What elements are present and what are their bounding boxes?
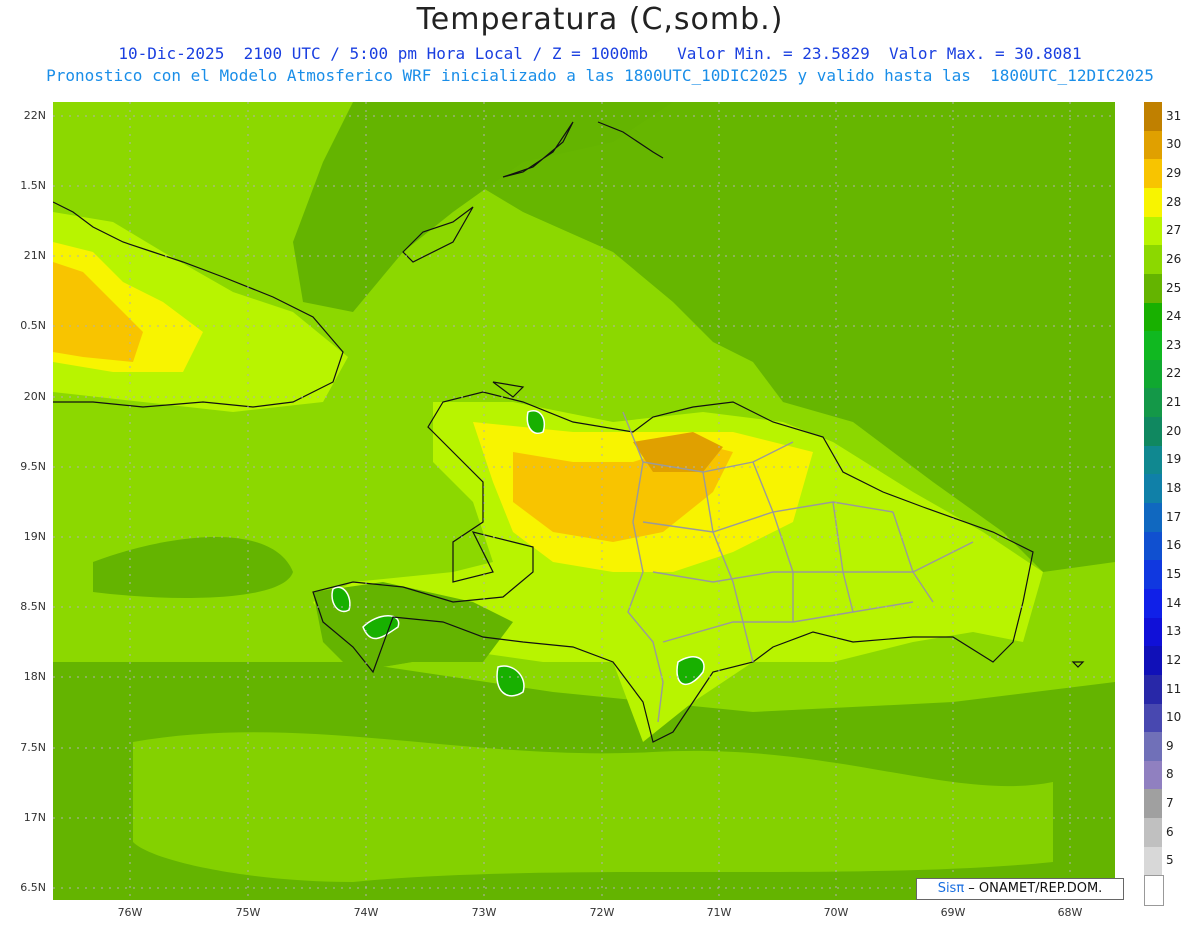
colorbar-segment xyxy=(1144,760,1162,790)
colorbar-segment xyxy=(1144,875,1164,907)
colorbar-label: 5 xyxy=(1166,853,1174,868)
colorbar-segment xyxy=(1144,331,1162,361)
colorbar-label: 26 xyxy=(1166,251,1182,266)
lat-label: 8.5N xyxy=(20,600,46,613)
lon-label: 68W xyxy=(1057,906,1083,919)
lat-label: 19N xyxy=(23,530,46,543)
credit-text: – ONAMET/REP.DOM. xyxy=(964,881,1103,896)
colorbar-label: 25 xyxy=(1166,280,1182,295)
colorbar-segment xyxy=(1144,703,1162,733)
colorbar-segment xyxy=(1144,674,1162,704)
forecast-time-line: 10-Dic-2025 2100 UTC / 5:00 pm Hora Loca… xyxy=(118,44,1082,63)
colorbar-segment xyxy=(1144,588,1162,619)
colorbar xyxy=(1144,102,1164,907)
colorbar-label: 6 xyxy=(1166,824,1174,839)
colorbar-label: 10 xyxy=(1166,710,1182,725)
colorbar-label: 23 xyxy=(1166,337,1182,352)
colorbar-segment xyxy=(1144,388,1162,418)
colorbar-label: 24 xyxy=(1166,309,1182,324)
lat-label: 9.5N xyxy=(20,460,46,473)
lat-label: 17N xyxy=(23,811,46,824)
lat-label: 1.5N xyxy=(20,179,46,192)
colorbar-label: 18 xyxy=(1166,481,1182,495)
lat-label: 22N xyxy=(23,109,46,122)
colorbar-segment xyxy=(1144,503,1162,533)
colorbar-segment xyxy=(1144,474,1162,504)
lon-label: 75W xyxy=(235,906,261,919)
colorbar-segment xyxy=(1144,187,1162,218)
colorbar-segment xyxy=(1144,531,1162,561)
colorbar-label: 31 xyxy=(1166,108,1182,123)
lon-label: 70W xyxy=(823,906,849,919)
map-title: Temperatura (C,somb.) xyxy=(416,2,784,37)
colorbar-label: 17 xyxy=(1166,509,1182,524)
colorbar-segment xyxy=(1144,560,1162,590)
credit-box: Sisπ – ONAMET/REP.DOM. xyxy=(916,878,1124,900)
colorbar-label: 9 xyxy=(1166,738,1174,753)
lat-label: 6.5N xyxy=(20,881,46,894)
colorbar-label: 15 xyxy=(1166,566,1182,581)
lat-label: 18N xyxy=(23,670,46,683)
colorbar-label: 13 xyxy=(1166,624,1182,639)
lat-label: 20N xyxy=(23,390,46,403)
colorbar-segment xyxy=(1144,417,1162,447)
lat-label: 7.5N xyxy=(20,741,46,754)
colorbar-segment xyxy=(1144,846,1162,876)
colorbar-label: 7 xyxy=(1166,796,1174,811)
colorbar-segment xyxy=(1144,245,1162,275)
colorbar-label: 29 xyxy=(1166,165,1182,180)
lon-label: 74W xyxy=(353,906,379,919)
colorbar-segment xyxy=(1144,130,1162,160)
model-info-line: Pronostico con el Modelo Atmosferico WRF… xyxy=(46,66,1154,85)
colorbar-segment xyxy=(1144,302,1162,332)
colorbar-segment xyxy=(1144,359,1162,389)
colorbar-label: 27 xyxy=(1166,223,1182,238)
colorbar-segment xyxy=(1144,159,1162,189)
temperature-map xyxy=(53,102,1115,900)
lon-label: 76W xyxy=(117,906,143,919)
colorbar-label: 19 xyxy=(1166,452,1182,467)
colorbar-segment xyxy=(1144,445,1162,475)
colorbar-label: 22 xyxy=(1166,366,1182,381)
colorbar-label: 14 xyxy=(1166,595,1182,610)
lat-label: 0.5N xyxy=(20,319,46,332)
lon-label: 72W xyxy=(589,906,615,919)
colorbar-label: 20 xyxy=(1166,423,1182,438)
colorbar-label: 16 xyxy=(1166,538,1182,553)
colorbar-label: 21 xyxy=(1166,395,1182,410)
colorbar-segment xyxy=(1144,273,1162,303)
lon-label: 71W xyxy=(706,906,732,919)
colorbar-segment xyxy=(1144,818,1162,848)
colorbar-label: 12 xyxy=(1166,652,1182,667)
lat-label: 21N xyxy=(23,249,46,262)
colorbar-label: 8 xyxy=(1166,767,1174,782)
colorbar-label: 30 xyxy=(1166,137,1182,152)
lon-label: 73W xyxy=(471,906,497,919)
sis-logo-text: Sisπ xyxy=(937,881,965,896)
lon-label: 69W xyxy=(940,906,966,919)
colorbar-segment xyxy=(1144,617,1162,647)
colorbar-segment xyxy=(1144,732,1162,762)
colorbar-segment xyxy=(1144,216,1162,246)
colorbar-segment xyxy=(1144,789,1162,819)
colorbar-segment xyxy=(1144,646,1162,676)
colorbar-label: 28 xyxy=(1166,194,1182,209)
colorbar-segment xyxy=(1144,102,1162,132)
colorbar-label: 11 xyxy=(1166,681,1182,696)
